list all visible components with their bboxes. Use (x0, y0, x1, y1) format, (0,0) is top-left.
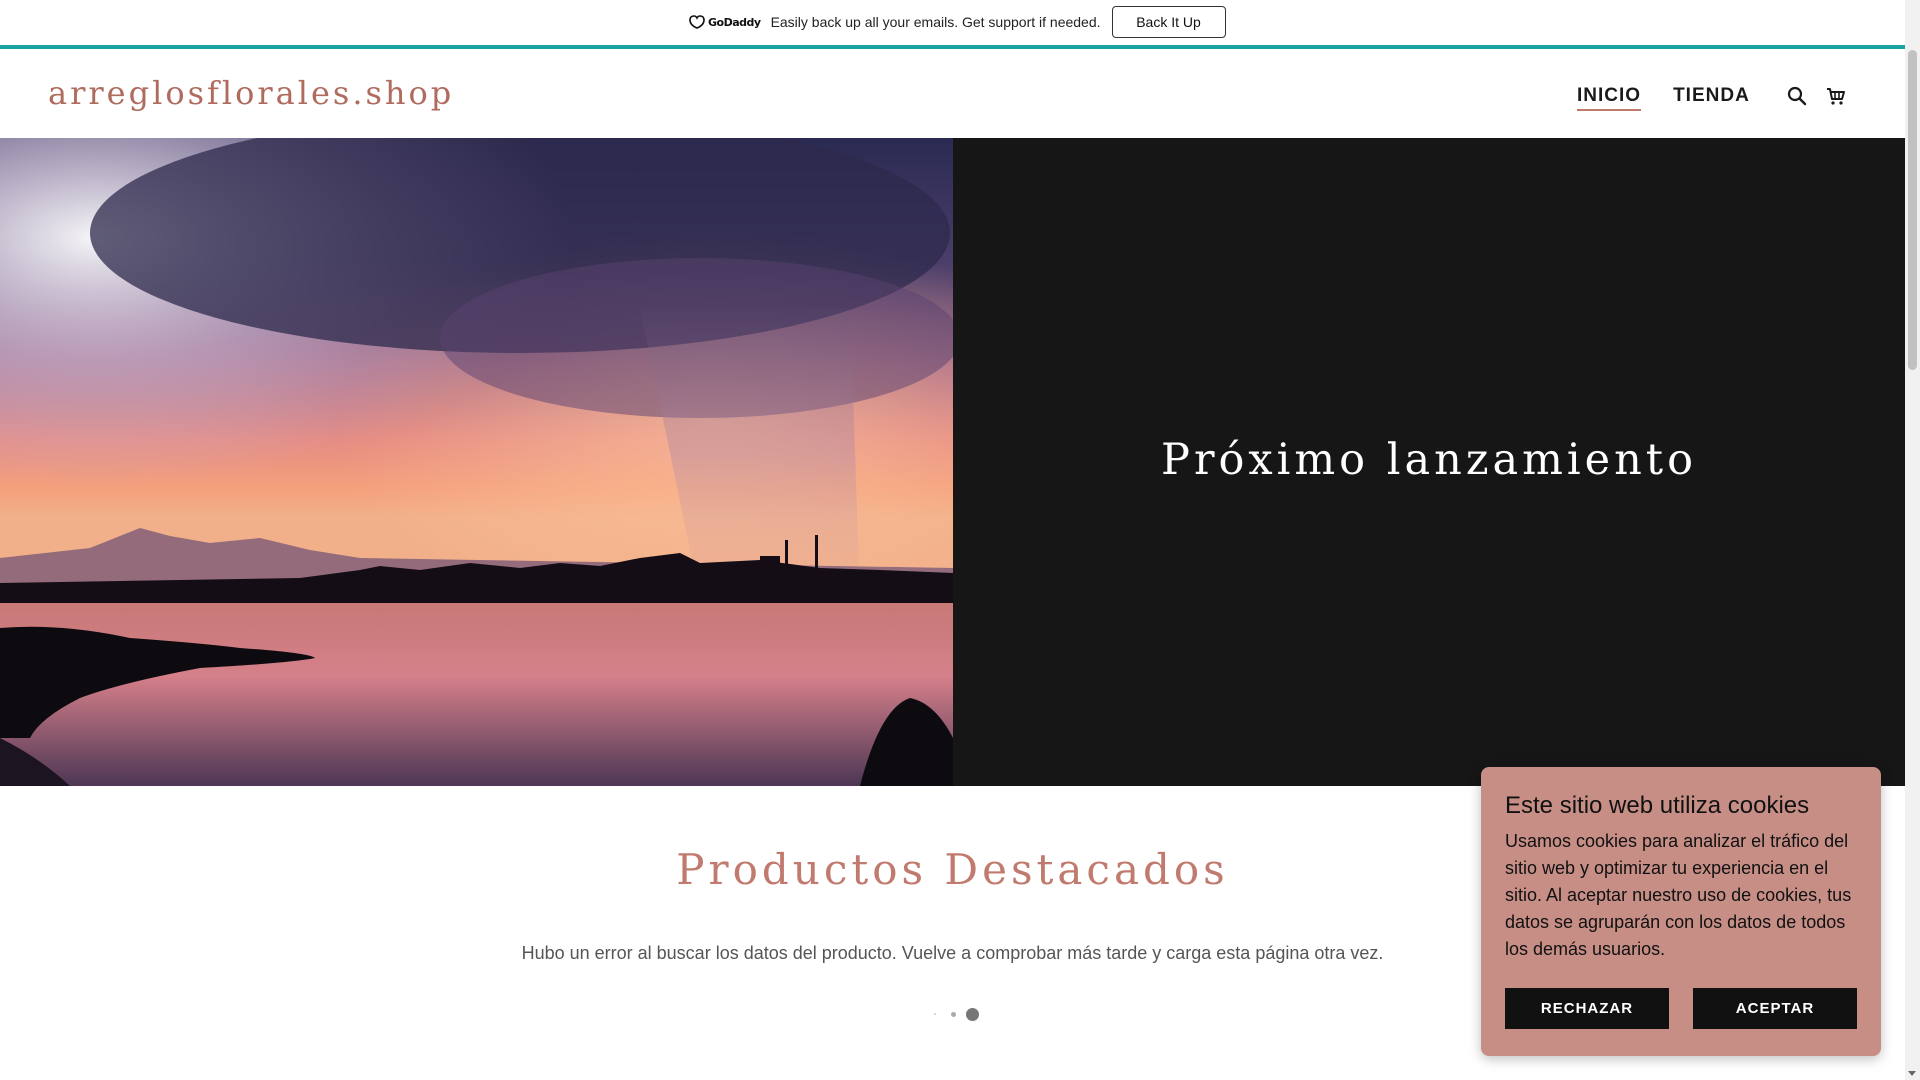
promo-bar: GoDaddy Easily back up all your emails. … (0, 0, 1905, 49)
scrollbar-thumb[interactable] (1908, 50, 1917, 370)
nav-item-inicio[interactable]: INICIO (1577, 85, 1642, 111)
back-it-up-button[interactable]: Back It Up (1111, 6, 1226, 38)
godaddy-icon (689, 15, 705, 29)
accept-cookies-button[interactable]: ACEPTAR (1693, 988, 1857, 1029)
cart-icon[interactable] (1823, 83, 1849, 109)
loading-indicator (930, 1006, 980, 1022)
hero-dark-panel: Próximo lanzamiento (953, 138, 1905, 786)
hero-section: Próximo lanzamiento (0, 138, 1905, 786)
loading-dot (951, 1012, 956, 1017)
cookie-consent-dialog: Este sitio web utiliza cookies Usamos co… (1481, 767, 1881, 1056)
cookie-body-text: Usamos cookies para analizar el tráfico … (1505, 831, 1852, 959)
site-header: arreglosflorales.shop INICIO TIENDA (0, 49, 1905, 138)
promo-content: GoDaddy Easily back up all your emails. … (689, 6, 1226, 38)
hero-image-sunset-lake (0, 138, 953, 786)
search-icon[interactable] (1784, 83, 1810, 109)
cookie-title: Este sitio web utiliza cookies (1505, 792, 1810, 819)
reject-cookies-button[interactable]: RECHAZAR (1505, 988, 1669, 1029)
godaddy-logo: GoDaddy (689, 15, 761, 29)
loading-dot (934, 1013, 936, 1015)
site-title-link[interactable]: arreglosflorales.shop (48, 74, 454, 112)
hero-title: Próximo lanzamiento (1161, 435, 1697, 485)
page-scrollbar[interactable] (1905, 0, 1920, 1080)
promo-message: Easily back up all your emails. Get supp… (770, 14, 1101, 30)
loading-dot (966, 1008, 979, 1021)
godaddy-brand: GoDaddy (708, 15, 761, 29)
scroll-down-arrow-icon[interactable] (1908, 1071, 1916, 1076)
main-nav: INICIO TIENDA (1577, 85, 1782, 111)
nav-item-tienda[interactable]: TIENDA (1673, 85, 1750, 111)
